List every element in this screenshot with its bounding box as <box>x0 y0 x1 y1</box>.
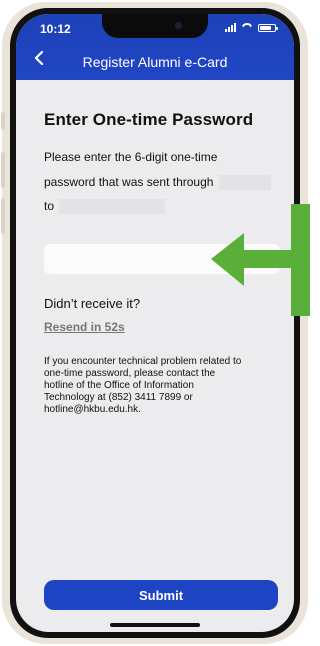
phone-frame: 10:12 Register Alumni e-Card Enter One-t… <box>1 2 308 644</box>
nav-header: 10:12 Register Alumni e-Card <box>16 14 294 80</box>
arrow-left-icon <box>211 204 310 316</box>
page-title: Register Alumni e-Card <box>82 54 228 70</box>
submit-button[interactable]: Submit <box>44 580 278 610</box>
phone-screen: 10:12 Register Alumni e-Card Enter One-t… <box>16 14 294 632</box>
volume-down-button <box>1 198 5 234</box>
instruction-line-1: Please enter the 6-digit one-time <box>44 150 218 164</box>
didnt-receive-label: Didn’t receive it? <box>44 296 141 311</box>
help-text: If you encounter technical problem relat… <box>44 356 242 415</box>
otp-heading: Enter One-time Password <box>44 110 254 129</box>
redacted-channel <box>218 175 271 191</box>
battery-icon <box>258 23 278 32</box>
home-indicator <box>110 623 200 627</box>
redacted-recipient <box>59 199 166 215</box>
instruction-line-3-text: to <box>44 199 55 213</box>
instruction-line-2: password that was sent through <box>44 175 271 191</box>
camera-icon <box>175 22 182 29</box>
status-icons <box>225 23 278 32</box>
instruction-line-2-text: password that was sent through <box>44 175 214 189</box>
mute-switch <box>1 112 5 130</box>
signal-icon <box>225 23 236 32</box>
camera-notch <box>102 14 208 38</box>
instruction-line-3: to <box>44 199 166 215</box>
status-time: 10:12 <box>40 22 71 36</box>
wifi-icon <box>241 23 253 32</box>
volume-up-button <box>1 152 5 188</box>
resend-link[interactable]: Resend in 52s <box>44 320 125 334</box>
